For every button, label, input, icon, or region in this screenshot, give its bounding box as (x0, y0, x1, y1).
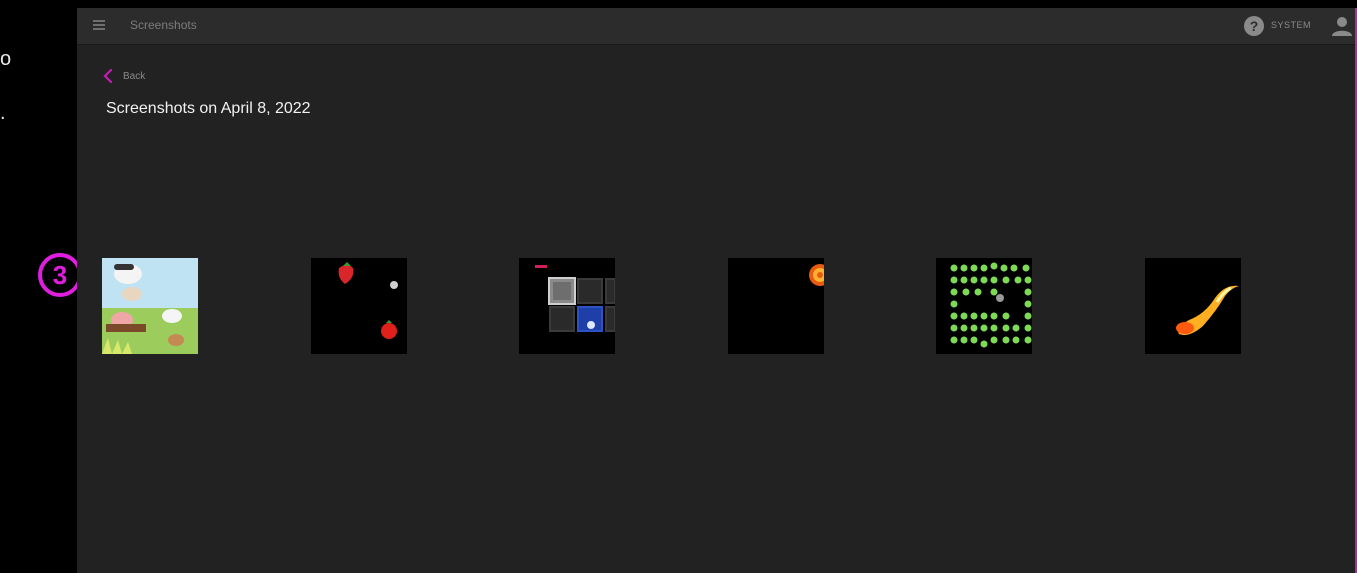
app-title: Screenshots (130, 18, 197, 32)
clipped-text-fragment: . (0, 102, 6, 124)
user-icon[interactable] (1331, 16, 1353, 36)
screenshot-thumbnail-4[interactable] (728, 258, 824, 354)
screenshot-thumbnail-6[interactable] (1145, 258, 1241, 354)
top-bar: Screenshots ? SYSTEM (77, 8, 1355, 45)
green-dots-thumbnail (936, 258, 1032, 354)
strawberry-tomato-thumbnail (311, 258, 407, 354)
farm-scene-thumbnail (102, 258, 198, 354)
screenshot-thumbnail-5[interactable] (936, 258, 1032, 354)
chevron-left-icon (103, 69, 113, 83)
help-icon[interactable]: ? (1244, 16, 1264, 36)
grid-tiles-thumbnail (519, 258, 615, 354)
app-window: Screenshots ? SYSTEM Back Screenshots on… (77, 8, 1357, 573)
page-title: Screenshots on April 8, 2022 (106, 100, 311, 117)
orange-target-thumbnail (728, 258, 824, 354)
screenshot-thumbnail-1[interactable] (102, 258, 198, 354)
flame-trail-thumbnail (1145, 258, 1241, 354)
user-name-label[interactable]: SYSTEM (1271, 20, 1311, 30)
step-annotation-badge: 3 (38, 253, 82, 297)
screenshot-thumbnail-2[interactable] (311, 258, 407, 354)
hamburger-menu-icon[interactable] (93, 20, 105, 30)
clipped-text-fragment: o (0, 48, 12, 70)
back-button[interactable]: Back (103, 68, 145, 84)
back-label: Back (123, 70, 146, 82)
screenshot-thumbnail-3[interactable] (519, 258, 615, 354)
